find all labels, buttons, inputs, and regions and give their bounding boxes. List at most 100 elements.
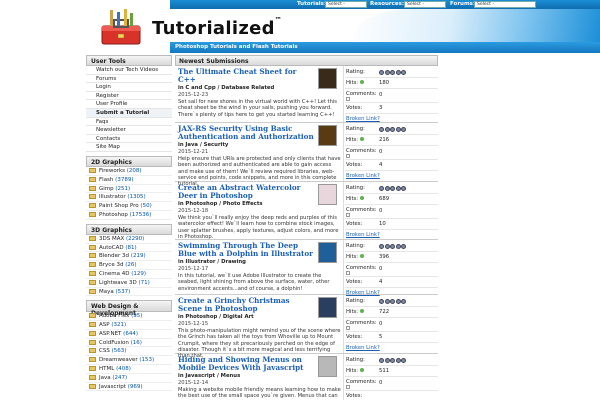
submission-stats: Rating: Hits: 396 Comments: 0 Votes: 4 Broken L… (345, 241, 438, 296)
sidebar-item-forums[interactable]: Forums (86, 75, 172, 84)
category-flash[interactable]: Flash (3789) (86, 176, 172, 185)
broken-link-button[interactable]: Broken Link? (345, 343, 438, 351)
category-illustrator[interactable]: Illustrator (1305) (86, 193, 172, 203)
comment-checkbox[interactable] (346, 271, 350, 275)
submission-title-link[interactable]: Create a Grinchy Christmas Scene in Phot… (178, 295, 316, 313)
category-autocad[interactable]: AutoCAD (81) (86, 244, 172, 253)
sidebar-item-login[interactable]: Login (86, 83, 172, 92)
category-fireworks[interactable]: Fireworks (208) (86, 167, 172, 176)
category-coldfusion[interactable]: ColdFusion (16) (86, 339, 172, 348)
submission-thumbnail[interactable] (318, 297, 337, 318)
submission-description: Set sail for new shores in the virtual w… (178, 99, 338, 118)
submission-title-link[interactable]: Swimming Through The Deep Blue with a Do… (178, 240, 316, 258)
category-lightwave[interactable]: Lightwave 3D (71) (86, 279, 172, 288)
rating-label: Rating: (346, 69, 365, 75)
submission-description: Making a website mobile friendly means l… (178, 387, 341, 400)
hits-label: Hits: (346, 196, 359, 202)
broken-link-button[interactable]: Broken Link? (345, 230, 438, 238)
folder-icon (89, 279, 96, 285)
category-java[interactable]: Java (247) (86, 374, 172, 383)
forums-select[interactable]: Select - (474, 1, 536, 8)
comment-checkbox[interactable] (346, 385, 350, 389)
folder-icon (89, 374, 96, 380)
site-header: Tutorialized™ Tutorials: Select - Resour… (0, 0, 600, 54)
folder-icon (89, 194, 96, 200)
submission-title-link[interactable]: The Ultimate Cheat Sheet for C++ (178, 66, 316, 84)
submission-thumbnail[interactable] (318, 184, 337, 205)
broken-link-button[interactable]: Broken Link? (345, 114, 438, 122)
check-icon (360, 80, 365, 84)
broken-link-button[interactable]: Broken Link? (345, 171, 438, 179)
folder-icon (89, 262, 96, 268)
category-photoshop[interactable]: Photoshop (17536) (86, 211, 172, 220)
submission-title-link[interactable]: JAX-RS Security Using Basic Authenticati… (178, 123, 316, 141)
category-bryce[interactable]: Bryce 3d (26) (86, 261, 172, 270)
category-cinema-4d[interactable]: Cinema 4D (129) (86, 270, 172, 279)
category-javascript[interactable]: Javascript (969) (86, 383, 172, 392)
category-maya[interactable]: Maya (537) (86, 288, 172, 297)
votes-value: 10 (379, 221, 386, 227)
submission-entry: Create a Grinchy Christmas Scene in Phot… (175, 295, 438, 359)
hits-value: 722 (379, 309, 390, 315)
category-adobe-flex[interactable]: Adobe Flex (95) (86, 312, 172, 322)
comment-checkbox[interactable] (346, 154, 350, 158)
category-asp-net[interactable]: ASP.NET (644) (86, 330, 172, 339)
category-asp[interactable]: ASP (321) (86, 321, 172, 330)
folder-icon (89, 185, 96, 191)
submission-title-link[interactable]: Hiding and Showing Menus on Mobile Devic… (178, 354, 316, 372)
comments-value: 0 (379, 321, 383, 327)
submission-stats: Rating: Hits: 722 Comments: 0 Votes: 5 Broken L… (345, 296, 438, 351)
comments-value: 0 (379, 380, 383, 386)
comment-checkbox[interactable] (346, 97, 350, 101)
site-logo-text[interactable]: Tutorialized™ (152, 16, 282, 39)
comments-value: 0 (379, 92, 383, 98)
comments-label: Comments: (346, 320, 377, 326)
rating-dots-icon[interactable] (379, 126, 407, 134)
check-icon (360, 137, 365, 141)
submission-thumbnail[interactable] (318, 356, 337, 377)
comment-checkbox[interactable] (346, 326, 350, 330)
header-subbar: Photoshop Tutorials and Flash Tutorials (170, 42, 600, 53)
votes-label: Votes: (346, 162, 363, 168)
sidebar-item-tech-videos[interactable]: Watch our Tech Videos (86, 66, 172, 75)
category-paint-shop-pro[interactable]: Paint Shop Pro (50) (86, 202, 172, 211)
submission-title-link[interactable]: Create an Abstract Watercolor Deer in Ph… (178, 182, 316, 200)
category-gimp[interactable]: Gimp (251) (86, 185, 172, 194)
category-css[interactable]: CSS (563) (86, 347, 172, 357)
submission-thumbnail[interactable] (318, 242, 337, 263)
sidebar-item-contacts[interactable]: Contacts (86, 135, 172, 144)
category-blender[interactable]: Blender 3d (219) (86, 252, 172, 262)
rating-dots-icon[interactable] (379, 357, 407, 365)
sidebar-item-site-map[interactable]: Site Map (86, 143, 172, 152)
rating-dots-icon[interactable] (379, 69, 407, 77)
submission-thumbnail[interactable] (318, 68, 337, 89)
toolbox-logo-icon[interactable] (100, 8, 142, 48)
folder-icon (89, 253, 96, 259)
comment-checkbox[interactable] (346, 213, 350, 217)
rating-dots-icon[interactable] (379, 298, 407, 306)
submission-thumbnail[interactable] (318, 125, 337, 146)
sidebar-item-submit-tutorial[interactable]: Submit a Tutorial (86, 108, 172, 118)
folder-icon (89, 357, 96, 363)
rating-dots-icon[interactable] (379, 185, 407, 193)
sidebar-item-register[interactable]: Register (86, 92, 172, 101)
folder-icon (89, 270, 96, 276)
tutorials-label: Tutorials: (297, 1, 327, 7)
votes-label: Votes: (346, 334, 363, 340)
votes-value: 5 (379, 334, 383, 340)
sidebar-item-user-profile[interactable]: User Profile (86, 100, 172, 109)
resources-select[interactable]: Select - (404, 1, 446, 8)
submission-stats: Rating: Hits: 180 Comments: 0 Votes: 3 Broken L… (345, 67, 438, 122)
folder-icon (89, 203, 96, 209)
tutorials-select[interactable]: Select - (325, 1, 367, 8)
sidebar-item-newsletter[interactable]: Newsletter (86, 126, 172, 135)
folder-icon (89, 167, 96, 173)
category-html[interactable]: HTML (408) (86, 365, 172, 374)
sidebar-item-faqs[interactable]: Faqs (86, 118, 172, 127)
folder-icon (89, 348, 96, 354)
rating-dots-icon[interactable] (379, 243, 407, 251)
category-3ds-max[interactable]: 3DS MAX (2290) (86, 235, 172, 244)
category-dreamweaver[interactable]: Dreamweaver (153) (86, 356, 172, 366)
folder-icon (89, 244, 96, 250)
hits-value: 216 (379, 137, 390, 143)
